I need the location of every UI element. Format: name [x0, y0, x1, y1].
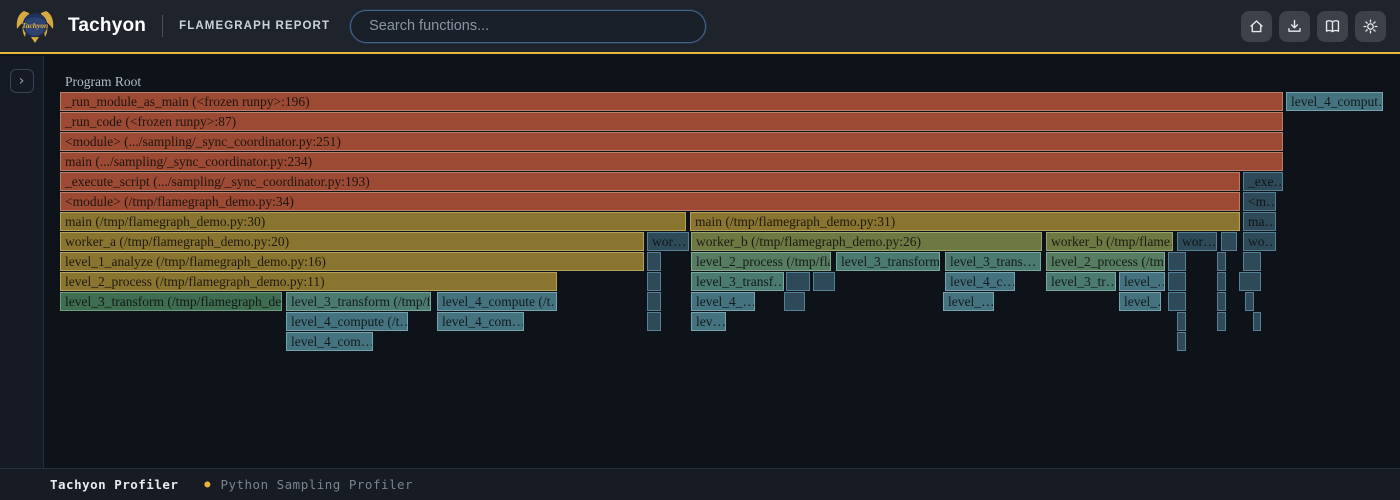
flame-bar[interactable]: _run_module_as_main (<frozen runpy>:196): [60, 92, 1283, 111]
flame-bar[interactable]: [1217, 312, 1226, 331]
flame-bar[interactable]: wor…: [1177, 232, 1217, 251]
app-title: Tachyon: [68, 15, 146, 37]
flame-bar[interactable]: level_4_com…: [437, 312, 524, 331]
flame-bar[interactable]: level_…: [1119, 292, 1161, 311]
flame-bar[interactable]: [1177, 312, 1186, 331]
header-divider: [162, 15, 163, 37]
status-bar: Tachyon Profiler ● Python Sampling Profi…: [0, 468, 1400, 500]
flame-bar[interactable]: [1217, 272, 1226, 291]
flame-bar[interactable]: worker_a (/tmp/flamegraph_demo.py:20): [60, 232, 644, 251]
flame-bar[interactable]: worker_b (/tmp/flamegraph_demo.py:26): [691, 232, 1042, 251]
svg-text:Tachyon: Tachyon: [22, 21, 48, 30]
flame-bar[interactable]: level_2_process (/tmp/flamegraph_demo.py…: [60, 272, 557, 291]
flame-bar[interactable]: [1177, 332, 1186, 351]
flame-bar[interactable]: [1217, 252, 1226, 271]
flame-bar[interactable]: [1168, 272, 1186, 291]
flame-bar[interactable]: main (/tmp/flamegraph_demo.py:30): [60, 212, 686, 231]
header: Tachyon Tachyon FLAMEGRAPH REPORT: [0, 0, 1400, 54]
flame-bar[interactable]: <m…: [1243, 192, 1276, 211]
flame-bar[interactable]: [647, 252, 661, 271]
flame-bar[interactable]: [647, 272, 661, 291]
flame-bar[interactable]: ma…: [1243, 212, 1276, 231]
flame-bar[interactable]: [1243, 252, 1261, 271]
flame-bar[interactable]: [1168, 292, 1186, 311]
flame-bar[interactable]: _exe…: [1243, 172, 1283, 191]
status-subtitle: Python Sampling Profiler: [220, 477, 413, 492]
sidebar: ›: [0, 56, 44, 468]
flame-bar[interactable]: level_4_…: [691, 292, 755, 311]
flame-bar[interactable]: [813, 272, 835, 291]
flame-bar[interactable]: worker_b (/tmp/flame…: [1046, 232, 1173, 251]
report-type-label: FLAMEGRAPH REPORT: [179, 20, 330, 32]
flame-bar[interactable]: level_…: [1119, 272, 1165, 291]
flame-bar[interactable]: lev…: [691, 312, 726, 331]
flame-bar[interactable]: [647, 312, 661, 331]
download-button[interactable]: [1279, 11, 1310, 42]
flame-bar[interactable]: level_4_comput…: [1286, 92, 1383, 111]
flame-bar[interactable]: level_3_transform (/tmp/fl…: [286, 292, 431, 311]
flame-bar[interactable]: level_4_compute (/t…: [286, 312, 408, 331]
status-dot-icon: ●: [204, 479, 210, 490]
docs-button[interactable]: [1317, 11, 1348, 42]
status-app-name: Tachyon Profiler: [50, 477, 178, 492]
flame-bar[interactable]: [784, 292, 805, 311]
search-input[interactable]: [350, 10, 706, 43]
flame-bar[interactable]: [1168, 252, 1186, 271]
flame-bar[interactable]: level_3_transform (/tmp/flamegraph_dem…: [60, 292, 282, 311]
flame-bar[interactable]: [1245, 292, 1254, 311]
download-icon: [1286, 18, 1303, 35]
flame-bar[interactable]: main (/tmp/flamegraph_demo.py:31): [690, 212, 1240, 231]
flame-bar[interactable]: [647, 292, 661, 311]
flame-bar[interactable]: level_4_compute (/t…: [437, 292, 557, 311]
flame-bar[interactable]: [1239, 272, 1261, 291]
flame-bar[interactable]: level_2_process (/tmp/fla…: [691, 252, 831, 271]
flame-bar[interactable]: _execute_script (.../sampling/_sync_coor…: [60, 172, 1240, 191]
flame-bar[interactable]: [786, 272, 810, 291]
flamegraph[interactable]: Program Root_run_module_as_main (<frozen…: [44, 56, 1400, 468]
flame-bar[interactable]: level_3_transform…: [836, 252, 940, 271]
flame-bar[interactable]: level_4_c…: [945, 272, 1015, 291]
flame-bar[interactable]: level_3_transf…: [691, 272, 784, 291]
flame-bar[interactable]: [1217, 292, 1226, 311]
flame-bar[interactable]: level_4_com…: [286, 332, 373, 351]
flame-bar[interactable]: Program Root: [60, 72, 1384, 91]
home-button[interactable]: [1241, 11, 1272, 42]
flame-bar[interactable]: level_…: [943, 292, 994, 311]
flame-bar[interactable]: level_3_trans…: [945, 252, 1041, 271]
flame-bar[interactable]: <module> (/tmp/flamegraph_demo.py:34): [60, 192, 1240, 211]
app-window: Tachyon Tachyon FLAMEGRAPH REPORT: [0, 0, 1400, 500]
book-icon: [1324, 18, 1341, 35]
flame-bar[interactable]: [1221, 232, 1237, 251]
flame-bar[interactable]: _run_code (<frozen runpy>:87): [60, 112, 1283, 131]
theme-button[interactable]: [1355, 11, 1386, 42]
sun-icon: [1362, 18, 1379, 35]
sidebar-toggle-button[interactable]: ›: [10, 69, 34, 93]
flame-bar[interactable]: <module> (.../sampling/_sync_coordinator…: [60, 132, 1283, 151]
tachyon-logo-icon: Tachyon: [14, 5, 56, 47]
flame-bar[interactable]: level_1_analyze (/tmp/flamegraph_demo.py…: [60, 252, 644, 271]
flame-bar[interactable]: level_2_process (/tm…: [1046, 252, 1165, 271]
flame-bar[interactable]: wor…: [647, 232, 689, 251]
home-icon: [1248, 18, 1265, 35]
flame-bar[interactable]: level_3_tr…: [1046, 272, 1116, 291]
flame-bar[interactable]: wo…: [1243, 232, 1276, 251]
flame-bar[interactable]: main (.../sampling/_sync_coordinator.py:…: [60, 152, 1283, 171]
flame-bar[interactable]: [1253, 312, 1261, 331]
